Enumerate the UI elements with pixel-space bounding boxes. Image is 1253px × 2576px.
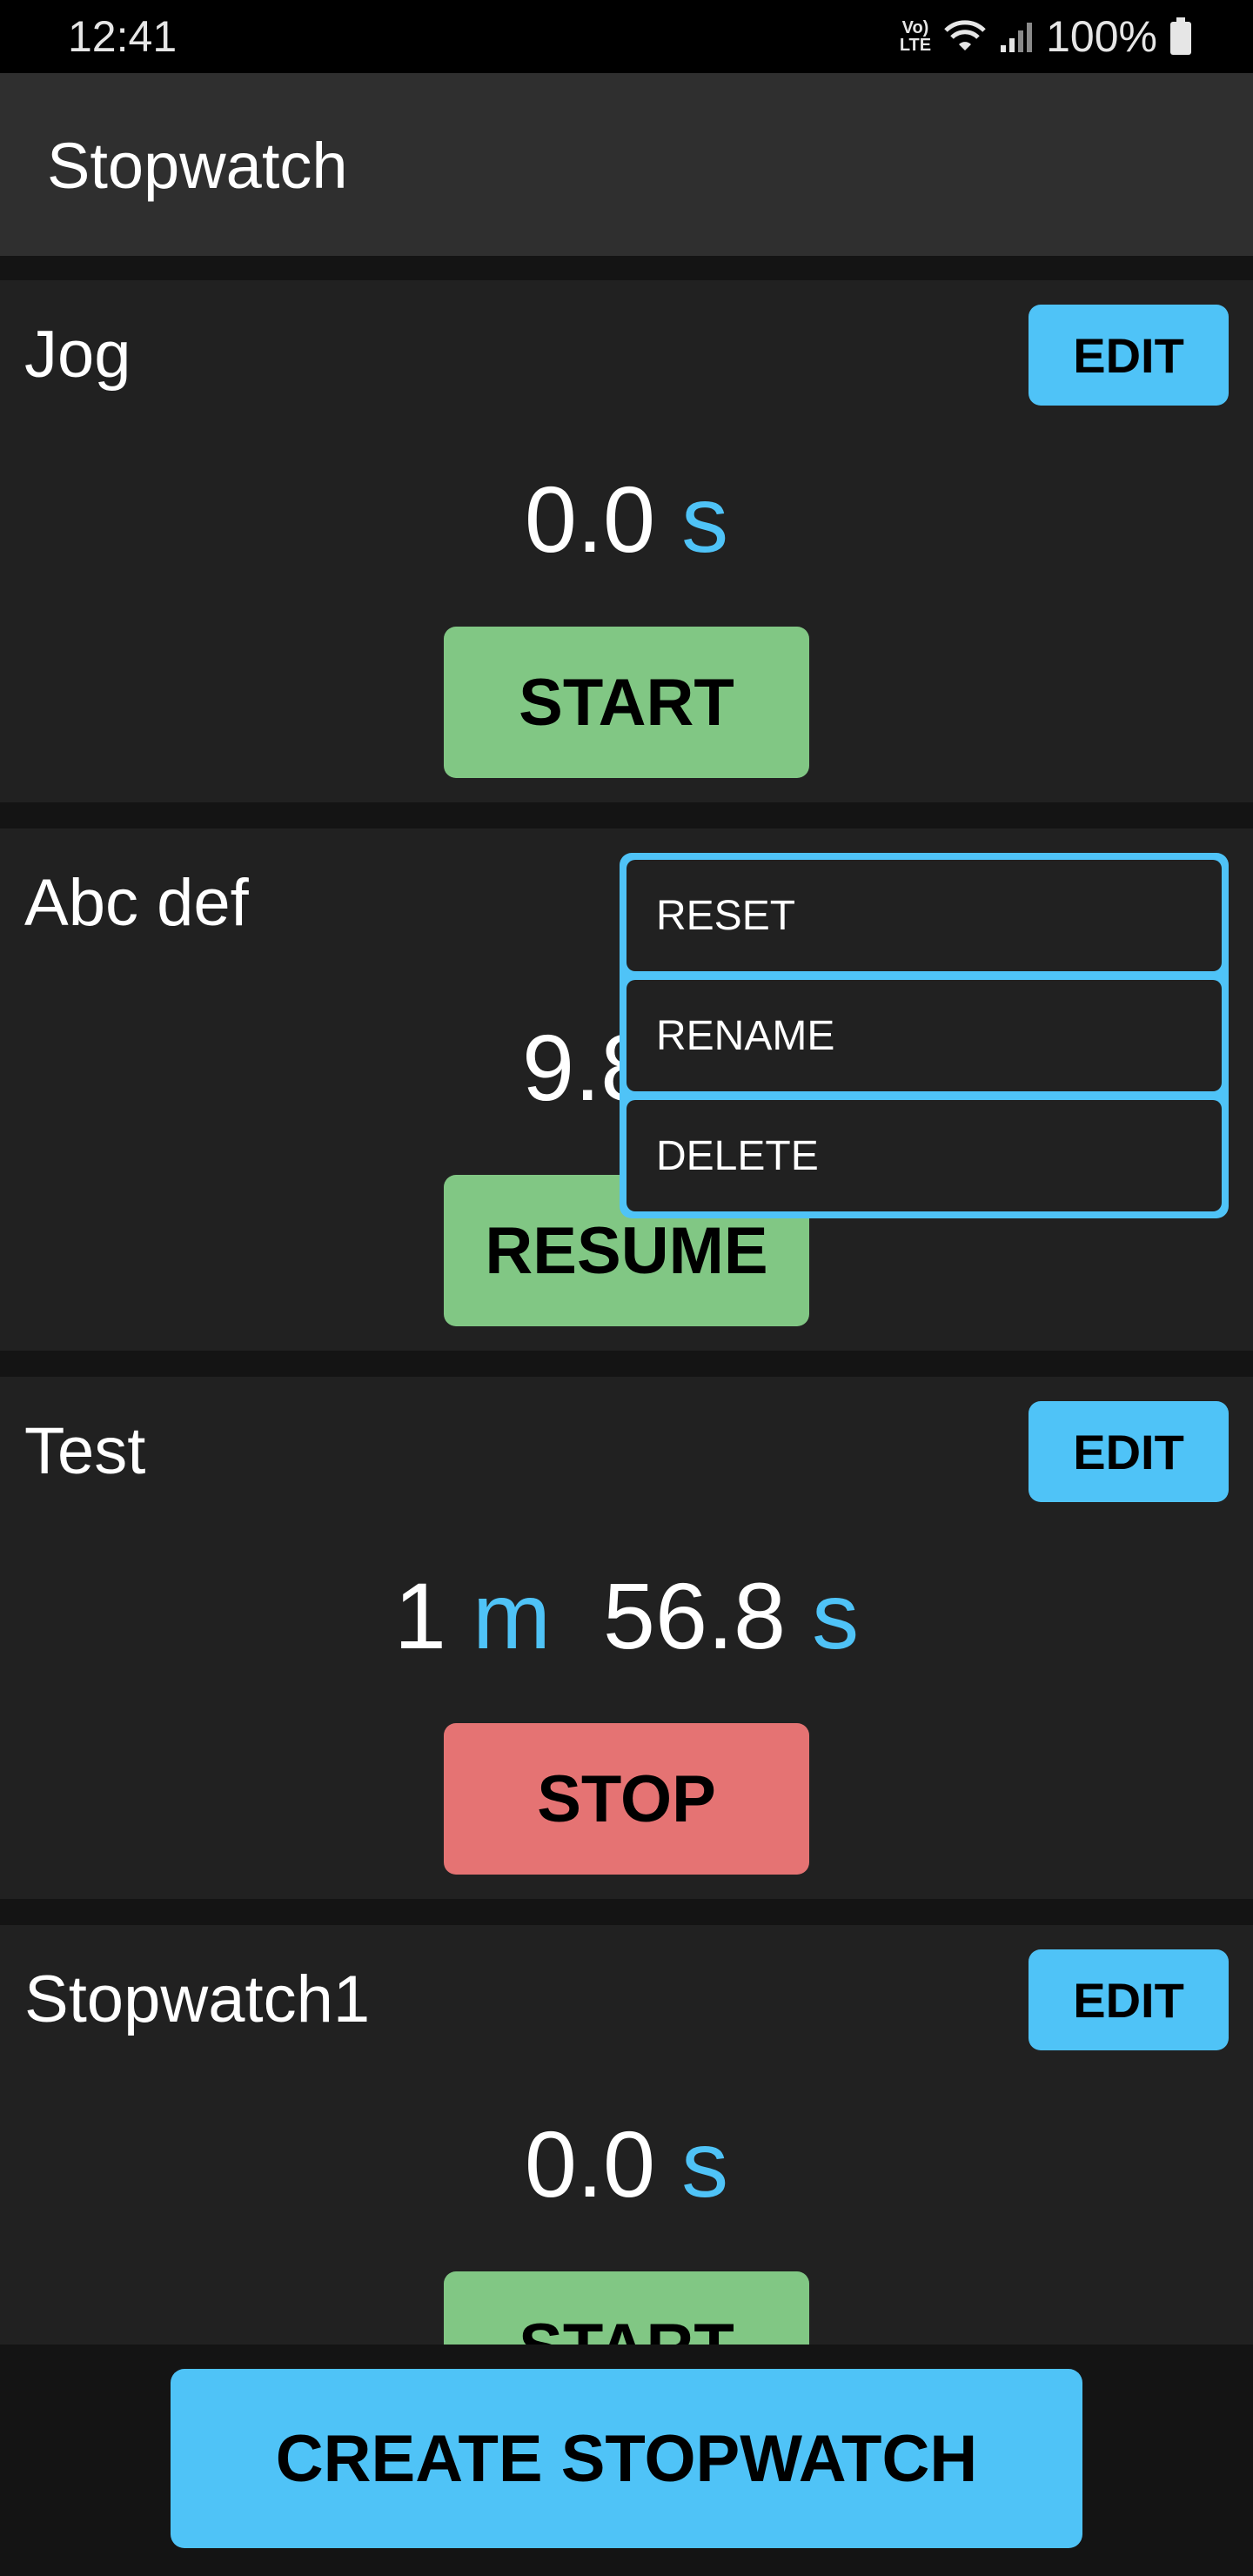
stopwatch-card-jog: Jog EDIT 0.0 s START	[0, 280, 1253, 802]
seconds-value: 0.0	[524, 466, 656, 572]
start-button[interactable]: START	[444, 627, 809, 778]
bottom-bar: CREATE STOPWATCH	[0, 2345, 1253, 2576]
edit-button[interactable]: EDIT	[1029, 1401, 1229, 1502]
timer-display: 0.0 s	[0, 463, 1253, 576]
seconds-unit: s	[681, 2111, 729, 2217]
menu-item-delete[interactable]: DELETE	[626, 1100, 1222, 1211]
battery-percent: 100%	[1046, 12, 1157, 61]
popup-menu: RESET RENAME DELETE	[620, 853, 1229, 1218]
wifi-icon	[944, 20, 986, 50]
volte-icon: Vo) LTE	[900, 19, 931, 54]
stopwatch-name: Jog	[24, 318, 131, 392]
app-bar: Stopwatch	[0, 73, 1253, 256]
menu-item-rename[interactable]: RENAME	[626, 980, 1222, 1091]
seconds-unit: s	[681, 466, 729, 572]
status-time: 12:41	[68, 12, 178, 61]
stopwatch-name: Stopwatch1	[24, 1962, 371, 2036]
volte-label: Vo)	[901, 18, 929, 37]
signal-icon	[1001, 23, 1033, 52]
lte-label: LTE	[899, 36, 932, 55]
edit-button[interactable]: EDIT	[1029, 1949, 1229, 2050]
timer-display: 0.0 s	[0, 2108, 1253, 2221]
create-stopwatch-button[interactable]: CREATE STOPWATCH	[171, 2369, 1082, 2548]
seconds-unit: s	[812, 1563, 860, 1668]
stopwatch-card-test: Test EDIT 1 m 56.8 s STOP	[0, 1377, 1253, 1899]
seconds-value: 56.8	[602, 1563, 787, 1668]
status-bar: 12:41 Vo) LTE 100%	[0, 0, 1253, 73]
seconds-value: 0.0	[524, 2111, 656, 2217]
stop-button[interactable]: STOP	[444, 1723, 809, 1875]
battery-icon	[1170, 17, 1191, 55]
minutes-unit: m	[472, 1563, 551, 1668]
edit-button[interactable]: EDIT	[1029, 305, 1229, 406]
menu-item-reset[interactable]: RESET	[626, 860, 1222, 971]
stopwatch-name: Test	[24, 1414, 146, 1488]
timer-display: 1 m 56.8 s	[0, 1560, 1253, 1673]
minutes-value: 1	[393, 1563, 446, 1668]
status-icons: Vo) LTE 100%	[900, 9, 1192, 64]
page-title: Stopwatch	[47, 130, 348, 202]
stopwatch-name: Abc def	[24, 866, 249, 940]
